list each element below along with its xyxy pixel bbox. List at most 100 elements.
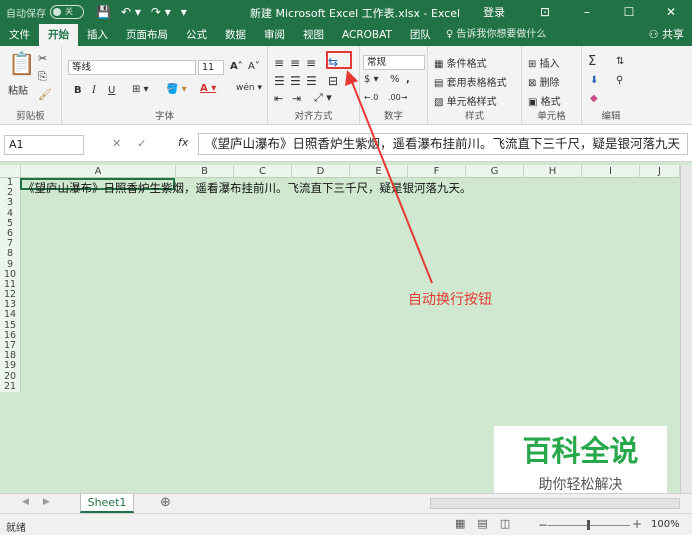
zoom-level[interactable]: 100% bbox=[651, 519, 680, 530]
comma-button[interactable]: , bbox=[406, 74, 410, 85]
orientation-icon[interactable]: ⤢ ▾ bbox=[314, 91, 332, 105]
format-as-table[interactable]: ▤ 套用表格格式 bbox=[434, 74, 507, 89]
middle-align-icon[interactable]: ≡ bbox=[290, 56, 300, 70]
tab-home[interactable]: 开始 bbox=[39, 24, 78, 46]
horizontal-scrollbar[interactable] bbox=[430, 498, 680, 509]
page-break-view-icon[interactable]: ◫ bbox=[500, 517, 510, 530]
increase-indent-icon[interactable]: ⇥ bbox=[292, 92, 301, 105]
column-header[interactable]: E bbox=[350, 165, 408, 178]
ribbon-tabs: 文件 开始 插入 页面布局 公式 数据 审阅 视图 ACROBAT 团队 ♀ 告… bbox=[0, 24, 692, 46]
close-button[interactable]: ✕ bbox=[650, 5, 692, 19]
find-select-icon[interactable]: ⚲ bbox=[616, 75, 623, 86]
row-header[interactable]: 8 bbox=[0, 249, 20, 259]
maximize-button[interactable]: ☐ bbox=[608, 5, 650, 19]
percent-button[interactable]: % bbox=[390, 74, 400, 85]
center-icon[interactable]: ☰ bbox=[290, 74, 301, 88]
currency-icon[interactable]: $ ▾ bbox=[364, 74, 379, 85]
vertical-scrollbar[interactable] bbox=[680, 165, 692, 493]
column-header[interactable]: I bbox=[582, 165, 640, 178]
autosum-button[interactable]: Σ bbox=[588, 54, 596, 69]
zoom-slider-handle[interactable] bbox=[587, 520, 590, 530]
merge-center-icon[interactable]: ⊟ bbox=[328, 74, 338, 88]
formula-input[interactable]: 《望庐山瀑布》日照香炉生紫烟，遥看瀑布挂前川。飞流直下三千尺，疑是银河落九天 bbox=[198, 133, 688, 155]
phonetic-guide-icon[interactable]: wén ▾ bbox=[236, 83, 262, 93]
column-header[interactable]: F bbox=[408, 165, 466, 178]
customize-qat-icon[interactable]: ▾ bbox=[181, 5, 187, 19]
font-name-select[interactable]: 等线 bbox=[68, 60, 196, 75]
page-layout-view-icon[interactable]: ▤ bbox=[477, 517, 487, 530]
underline-button[interactable]: U bbox=[108, 85, 115, 96]
login-button[interactable]: 登录 bbox=[464, 4, 524, 20]
prev-sheet-icon[interactable]: ◀ bbox=[22, 497, 29, 507]
tab-file[interactable]: 文件 bbox=[0, 24, 39, 46]
tell-me-search[interactable]: ♀ 告诉我你想要做什么 bbox=[446, 24, 547, 46]
column-header[interactable]: D bbox=[292, 165, 350, 178]
format-painter-icon[interactable]: 🖌 bbox=[38, 88, 52, 101]
insert-function-icon[interactable]: fx bbox=[178, 136, 188, 149]
cut-icon[interactable]: ✂ bbox=[38, 52, 47, 65]
column-header[interactable]: G bbox=[466, 165, 524, 178]
tab-acrobat[interactable]: ACROBAT bbox=[333, 24, 401, 46]
cell-styles[interactable]: ▧ 单元格样式 bbox=[434, 93, 497, 108]
delete-cells[interactable]: ⊠ 删除 bbox=[528, 74, 560, 89]
tab-team[interactable]: 团队 bbox=[401, 24, 440, 46]
tab-insert[interactable]: 插入 bbox=[78, 24, 117, 46]
share-button[interactable]: ⚇ 共享 bbox=[649, 24, 684, 46]
normal-view-icon[interactable]: ▦ bbox=[455, 517, 465, 530]
tab-view[interactable]: 视图 bbox=[294, 24, 333, 46]
save-icon[interactable]: 💾 bbox=[96, 5, 111, 19]
minimize-button[interactable]: – bbox=[566, 5, 608, 19]
ribbon-display-icon[interactable]: ⊡ bbox=[524, 5, 566, 19]
column-header[interactable]: C bbox=[234, 165, 292, 178]
paste-icon[interactable]: 📋 bbox=[8, 52, 35, 77]
autosave-toggle[interactable]: 关 bbox=[50, 5, 84, 19]
increase-decimal-icon[interactable]: ←.0 bbox=[364, 93, 378, 102]
align-left-icon[interactable]: ☰ bbox=[274, 74, 285, 88]
autosave[interactable]: 自动保存 关 bbox=[6, 5, 84, 20]
decrease-decimal-icon[interactable]: .00→ bbox=[388, 93, 407, 102]
number-label: 数字 bbox=[383, 111, 403, 122]
clear-icon[interactable]: ◆ bbox=[590, 93, 598, 104]
tab-data[interactable]: 数据 bbox=[216, 24, 255, 46]
bold-button[interactable]: B bbox=[74, 85, 82, 96]
paste-label[interactable]: 粘贴 bbox=[8, 82, 28, 97]
number-format-select[interactable]: 常规 bbox=[363, 55, 425, 70]
conditional-formatting[interactable]: ▦ 条件格式 bbox=[434, 55, 487, 70]
next-sheet-icon[interactable]: ▶ bbox=[43, 497, 50, 507]
redo-icon[interactable]: ↷ ▾ bbox=[151, 5, 171, 19]
cancel-icon[interactable]: ✕ bbox=[112, 137, 121, 150]
column-header[interactable]: J bbox=[640, 165, 680, 178]
sheet-tab[interactable]: Sheet1 bbox=[80, 494, 134, 513]
insert-cells[interactable]: ⊞ 插入 bbox=[528, 55, 560, 70]
italic-button[interactable]: I bbox=[92, 85, 96, 96]
sheet-tabs-bar: ◀ ▶ Sheet1 ⊕ bbox=[0, 493, 692, 513]
shrink-font-button[interactable]: A˅ bbox=[248, 61, 260, 72]
view-buttons: ▦ ▤ ◫ bbox=[455, 517, 510, 530]
tab-formulas[interactable]: 公式 bbox=[177, 24, 216, 46]
bottom-align-icon[interactable]: ≡ bbox=[306, 56, 316, 70]
column-header[interactable]: A bbox=[21, 165, 176, 178]
zoom-out-icon[interactable]: − bbox=[538, 518, 548, 532]
row-header[interactable]: 21 bbox=[0, 381, 20, 392]
tab-page-layout[interactable]: 页面布局 bbox=[117, 24, 177, 46]
name-box[interactable]: A1 bbox=[4, 135, 84, 155]
zoom-in-icon[interactable]: + bbox=[632, 517, 642, 531]
tab-review[interactable]: 审阅 bbox=[255, 24, 294, 46]
fill-color-icon[interactable]: 🪣 ▾ bbox=[166, 84, 187, 95]
sort-filter-icon[interactable]: ⇅ bbox=[616, 56, 624, 67]
top-align-icon[interactable]: ≡ bbox=[274, 56, 284, 70]
column-header[interactable]: B bbox=[176, 165, 234, 178]
grow-font-button[interactable]: A˄ bbox=[230, 61, 243, 72]
align-right-icon[interactable]: ☰ bbox=[306, 74, 317, 88]
copy-icon[interactable]: ⎘ bbox=[38, 70, 47, 84]
column-header[interactable]: H bbox=[524, 165, 582, 178]
borders-icon[interactable]: ⊞ ▾ bbox=[132, 84, 149, 95]
font-color-icon[interactable]: A ▾ bbox=[200, 83, 216, 94]
fill-icon[interactable]: ⬇ bbox=[590, 75, 598, 86]
format-cells[interactable]: ▣ 格式 bbox=[528, 93, 561, 108]
undo-icon[interactable]: ↶ ▾ bbox=[121, 5, 141, 19]
font-size-select[interactable]: 11 bbox=[198, 60, 224, 75]
decrease-indent-icon[interactable]: ⇤ bbox=[274, 92, 283, 105]
add-sheet-icon[interactable]: ⊕ bbox=[160, 495, 171, 510]
enter-icon[interactable]: ✓ bbox=[137, 137, 146, 150]
